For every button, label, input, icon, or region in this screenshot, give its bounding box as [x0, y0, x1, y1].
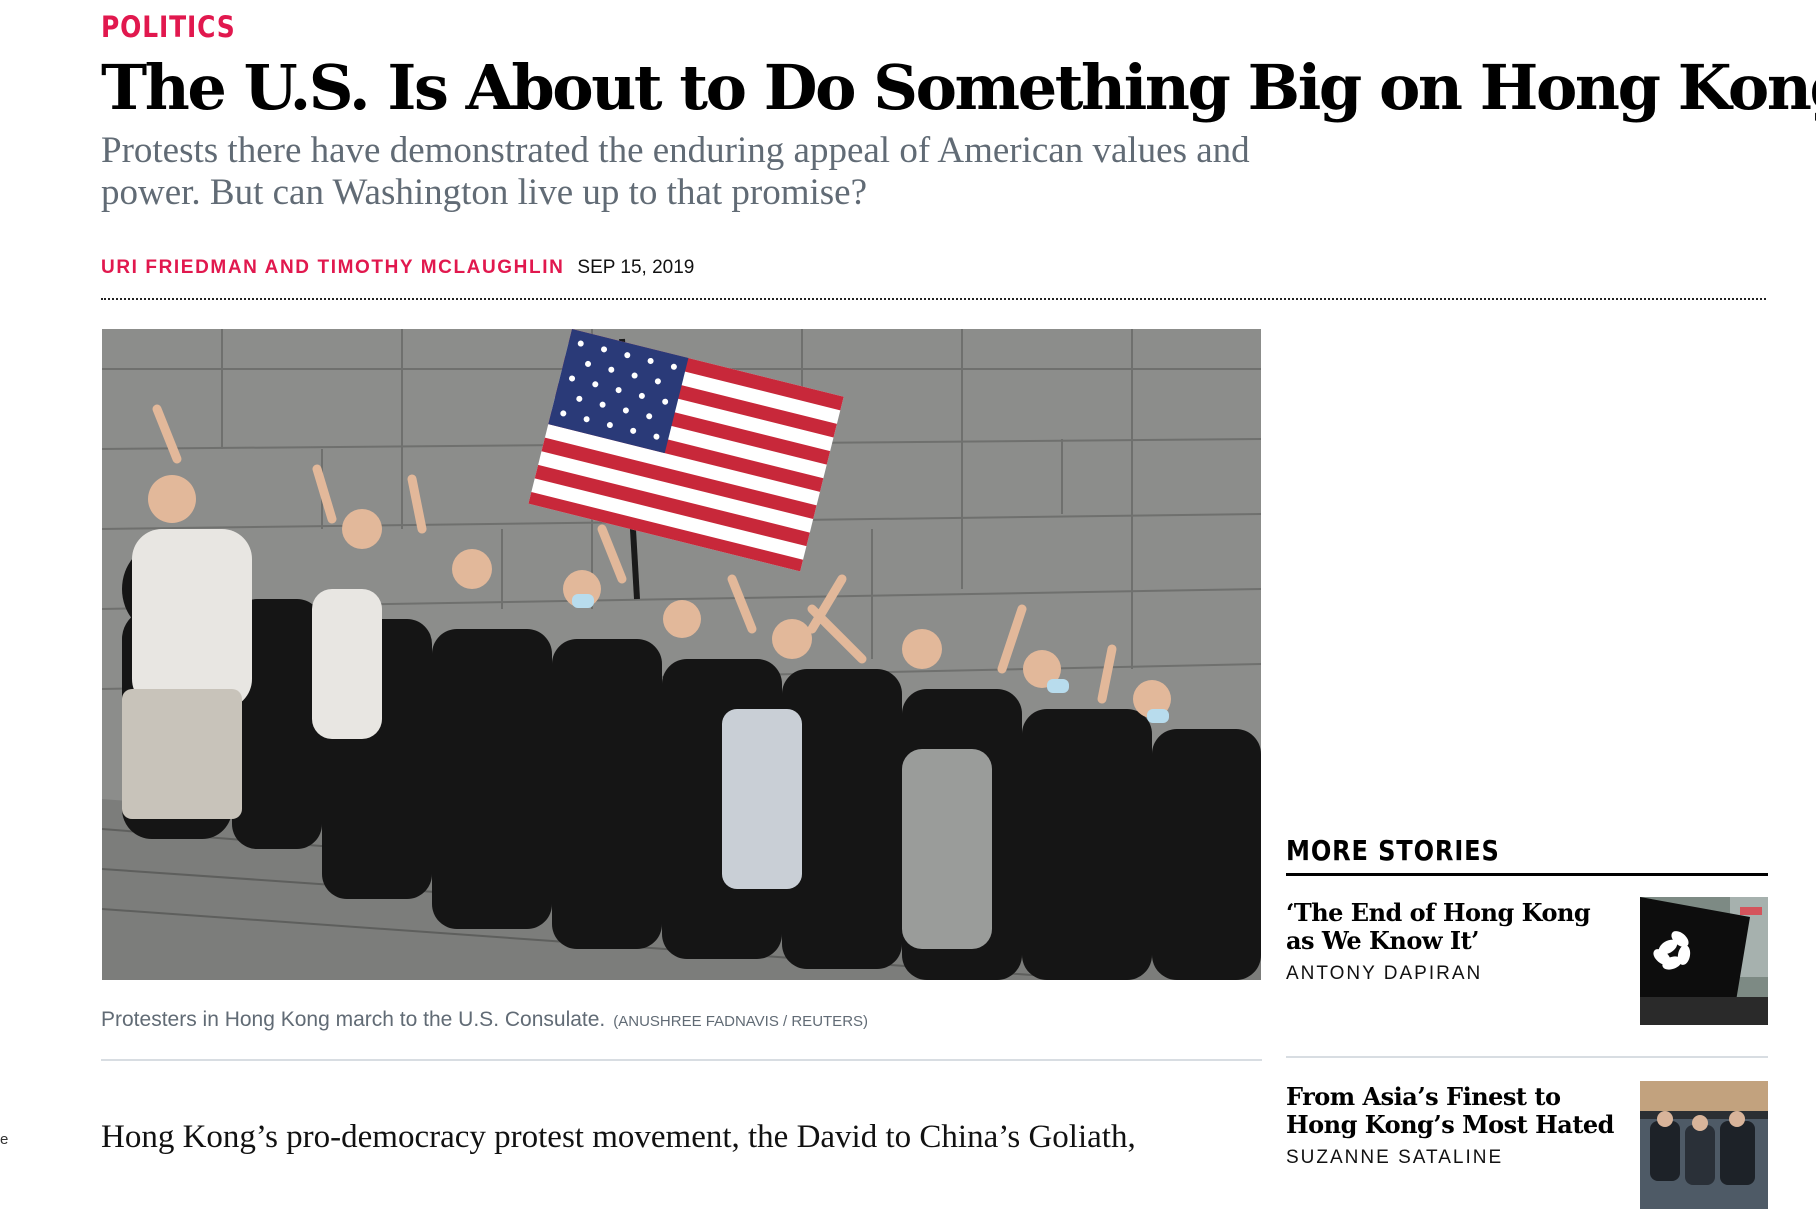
story-title[interactable]: ‘The End of Hong Kong as We Know It’	[1286, 899, 1616, 955]
article-headline: The U.S. Is About to Do Something Big on…	[101, 51, 1816, 124]
story-card[interactable]: ‘The End of Hong Kong as We Know It’ Ant…	[1286, 897, 1768, 1039]
more-stories: More Stories ‘The End of Hong Kong as We…	[1286, 833, 1768, 1209]
publish-date: SEP 15, 2019	[577, 257, 695, 278]
byline-divider	[101, 298, 1766, 300]
story-author: Antony Dapiran	[1286, 963, 1483, 984]
more-stories-title: More Stories	[1286, 834, 1500, 867]
photo-credit: (Anushree Fadnavis / Reuters)	[613, 1013, 869, 1030]
more-stories-rule	[1286, 873, 1768, 876]
story-divider	[1286, 1056, 1768, 1058]
caption-text: Protesters in Hong Kong march to the U.S…	[101, 1008, 606, 1031]
story-title[interactable]: From Asia’s Finest to Hong Kong’s Most H…	[1286, 1083, 1616, 1139]
protest-photo-illustration	[102, 329, 1261, 980]
story-thumbnail[interactable]	[1640, 897, 1768, 1025]
left-edge-text: e	[0, 1131, 9, 1148]
article-body-first-line: Hong Kong’s pro-democracy protest moveme…	[101, 1119, 1136, 1155]
article-dek: Protests there have demonstrated the end…	[101, 130, 1250, 213]
story-author: Suzanne Sataline	[1286, 1147, 1504, 1168]
section-label[interactable]: Politics	[101, 10, 236, 44]
black-bauhinia-flag-icon	[1640, 897, 1768, 1025]
story-thumbnail[interactable]	[1640, 1081, 1768, 1209]
caption-divider	[101, 1059, 1262, 1061]
hero-image	[102, 329, 1261, 980]
police-scene-photo-icon	[1640, 1081, 1768, 1209]
byline-authors[interactable]: Uri Friedman and Timothy McLaughlin	[101, 257, 564, 279]
story-card[interactable]: From Asia’s Finest to Hong Kong’s Most H…	[1286, 1081, 1768, 1223]
byline: Uri Friedman and Timothy McLaughlin SEP …	[101, 257, 694, 279]
image-caption: Protesters in Hong Kong march to the U.S…	[101, 1008, 868, 1032]
